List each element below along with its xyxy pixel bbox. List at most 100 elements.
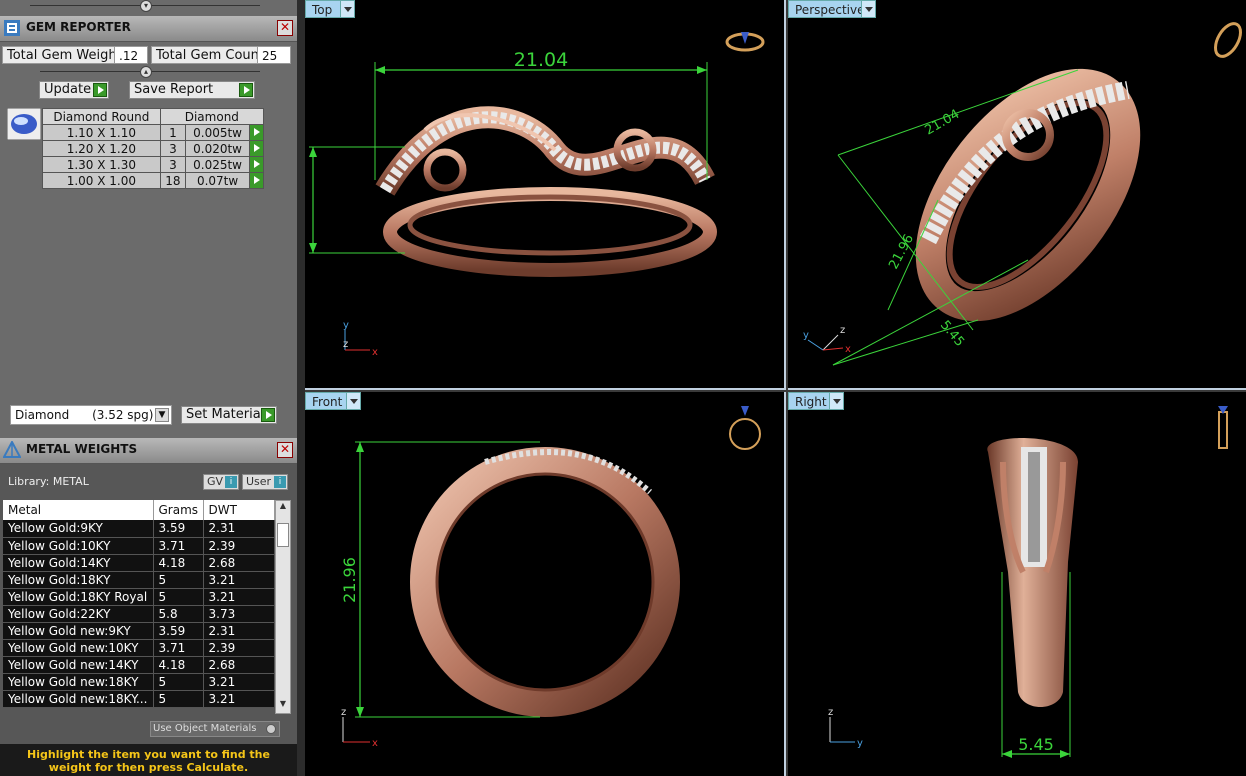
axis-y-label: y <box>803 330 809 341</box>
gem-count: 3 <box>159 156 187 173</box>
left-panel: ▾ GEM REPORTER ✕ Total Gem Weight .12 To… <box>0 0 297 776</box>
table-row[interactable]: Yellow Gold:14KY 4.18 2.68 <box>3 554 275 572</box>
viewport-perspective[interactable]: 21.04 21.96 5.45 y z x Perspective <box>788 0 1246 390</box>
metal-cell-grams: 5 <box>153 690 204 708</box>
section-collapse-grip[interactable]: ▴ <box>0 66 297 78</box>
gem-row[interactable]: 1.30 X 1.30 3 0.025tw <box>42 156 264 173</box>
scroll-down-icon[interactable]: ▼ <box>276 699 290 713</box>
gem-table-header-type: Diamond <box>159 108 265 125</box>
tab-right[interactable]: Right <box>788 392 844 410</box>
use-object-materials-toggle[interactable]: Use Object Materials <box>150 721 280 737</box>
table-row[interactable]: Yellow Gold new:18KY 5 3.21 <box>3 673 275 691</box>
update-go-icon[interactable] <box>93 83 107 97</box>
table-row[interactable]: Yellow Gold new:9KY 3.59 2.31 <box>3 622 275 640</box>
metal-cell-metal: Yellow Gold:14KY <box>3 554 154 572</box>
gem-reporter-icon <box>4 20 20 36</box>
top-width-dimension: 21.04 <box>514 49 568 71</box>
gem-row-go-icon[interactable] <box>249 156 264 173</box>
set-material-go-icon[interactable] <box>261 408 275 422</box>
user-toggle[interactable]: User i <box>242 474 288 490</box>
diamond-gem-icon[interactable] <box>7 108 41 140</box>
axis-x-label: x <box>372 347 378 358</box>
library-label: Library: METAL <box>8 475 89 488</box>
chevron-down-icon[interactable] <box>861 1 875 17</box>
viewport-top[interactable]: 21.04 y z x Top <box>305 0 786 390</box>
table-row[interactable]: Yellow Gold:9KY 3.59 2.31 <box>3 520 275 538</box>
gv-toggle[interactable]: GV i <box>203 474 239 490</box>
info-icon: i <box>274 476 286 488</box>
metal-cell-grams: 3.71 <box>153 537 204 555</box>
metal-col-header[interactable]: Metal <box>3 500 154 520</box>
metal-cell-dwt: 2.31 <box>203 520 275 538</box>
material-select[interactable]: Diamond (3.52 spg) ▼ <box>10 405 172 425</box>
hint-bar: Highlight the item you want to find the … <box>0 744 297 776</box>
table-row[interactable]: Yellow Gold:18KY 5 3.21 <box>3 571 275 589</box>
gem-row-go-icon[interactable] <box>249 172 264 189</box>
gem-row-go-icon[interactable] <box>249 140 264 157</box>
gem-weight: 0.07tw <box>185 172 250 189</box>
table-row[interactable]: Yellow Gold:22KY 5.8 3.73 <box>3 605 275 623</box>
gem-table: Diamond Round Diamond 1.10 X 1.10 1 0.00… <box>42 108 265 189</box>
save-report-button[interactable]: Save Report <box>129 81 255 99</box>
metal-cell-grams: 5 <box>153 588 204 606</box>
ring-orientation-icon <box>725 32 765 52</box>
chevron-down-icon[interactable] <box>346 393 360 409</box>
viewport-right[interactable]: 5.45 z y Right <box>788 392 1246 776</box>
info-icon: i <box>225 476 237 488</box>
metal-weights-icon <box>3 441 21 458</box>
table-row[interactable]: Yellow Gold new:14KY 4.18 2.68 <box>3 656 275 674</box>
metal-cell-grams: 4.18 <box>153 656 204 674</box>
axis-z-label: z <box>341 707 346 718</box>
tab-right-label: Right <box>795 395 827 409</box>
close-icon[interactable]: ✕ <box>277 20 293 36</box>
tab-top[interactable]: Top <box>305 0 355 18</box>
metal-table-scrollbar[interactable]: ▲ ▼ <box>275 500 291 714</box>
chevron-down-icon: ▼ <box>155 408 169 422</box>
gem-size: 1.30 X 1.30 <box>42 156 161 173</box>
metal-cell-dwt: 2.68 <box>203 554 275 572</box>
save-report-go-icon[interactable] <box>239 83 253 97</box>
ring-orientation-icon <box>1214 22 1242 58</box>
grams-col-header[interactable]: Grams <box>153 500 204 520</box>
ring-top-view: 21.04 y z x <box>309 32 765 358</box>
scroll-thumb[interactable] <box>277 523 289 547</box>
scroll-up-icon[interactable]: ▲ <box>276 501 290 515</box>
table-row[interactable]: Yellow Gold new:18KY... 5 3.21 <box>3 690 275 708</box>
tab-front[interactable]: Front <box>305 392 361 410</box>
axis-z-label: z <box>828 707 833 718</box>
close-icon[interactable]: ✕ <box>277 442 293 458</box>
metal-cell-grams: 3.71 <box>153 639 204 657</box>
panel-resize-grip[interactable]: ▾ <box>0 0 297 12</box>
gem-count: 1 <box>159 124 187 141</box>
gem-row[interactable]: 1.20 X 1.20 3 0.020tw <box>42 140 264 157</box>
gem-row-go-icon[interactable] <box>249 124 264 141</box>
gem-reporter-titlebar: GEM REPORTER ✕ <box>0 16 297 42</box>
perspective-dim-a: 21.04 <box>923 107 963 139</box>
axis-z-label: z <box>840 325 845 336</box>
table-row[interactable]: Yellow Gold:18KY Royal 5 3.21 <box>3 588 275 606</box>
viewport-front[interactable]: 21.96 z x Front <box>305 392 786 776</box>
metal-table: Metal Grams DWT Yellow Gold:9KY 3.59 2.31 Y… <box>3 500 275 708</box>
metal-cell-dwt: 3.73 <box>203 605 275 623</box>
metal-cell-metal: Yellow Gold:22KY <box>3 605 154 623</box>
metal-cell-dwt: 3.21 <box>203 673 275 691</box>
metal-cell-metal: Yellow Gold:10KY <box>3 537 154 555</box>
ring-front-view: 21.96 z x <box>340 406 761 749</box>
chevron-down-icon[interactable] <box>340 1 354 17</box>
axis-x-label: x <box>845 344 851 355</box>
metal-cell-grams: 4.18 <box>153 554 204 572</box>
total-gem-count-value: 25 <box>257 46 291 64</box>
table-row[interactable]: Yellow Gold new:10KY 3.71 2.39 <box>3 639 275 657</box>
gem-size: 1.20 X 1.20 <box>42 140 161 157</box>
gem-size: 1.00 X 1.00 <box>42 172 161 189</box>
metal-cell-metal: Yellow Gold new:14KY <box>3 656 154 674</box>
ring-perspective-view: 21.04 21.96 5.45 y z x <box>803 22 1242 366</box>
radio-icon[interactable] <box>266 724 276 734</box>
panel-splitter[interactable] <box>297 0 305 776</box>
chevron-down-icon[interactable] <box>829 393 843 409</box>
dwt-col-header[interactable]: DWT <box>203 500 275 520</box>
table-row[interactable]: Yellow Gold:10KY 3.71 2.39 <box>3 537 275 555</box>
tab-perspective[interactable]: Perspective <box>788 0 876 18</box>
gem-row[interactable]: 1.10 X 1.10 1 0.005tw <box>42 124 264 141</box>
gem-row[interactable]: 1.00 X 1.00 18 0.07tw <box>42 172 264 189</box>
